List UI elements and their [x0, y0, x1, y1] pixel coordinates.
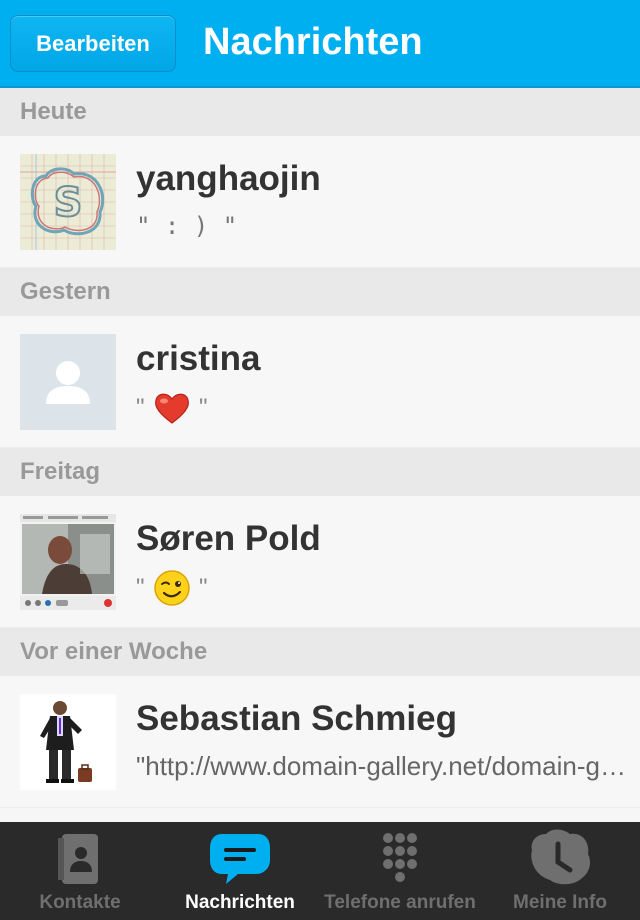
quote-close: " [199, 394, 208, 422]
contact-name: yanghaojin [136, 159, 321, 198]
conversation-row[interactable]: Søren Pold " " [0, 496, 640, 628]
skype-clock-icon [531, 829, 590, 885]
message-preview: " : ) " [136, 212, 238, 240]
conversation-row[interactable]: cristina " " [0, 316, 640, 448]
tab-label: Kontakte [39, 892, 121, 913]
conversation-row[interactable]: Sebastian Schmieg "http://www.domain-gal… [0, 676, 640, 808]
skype-logo-sketch-avatar: S [20, 154, 116, 250]
contact-name: Søren Pold [136, 519, 321, 558]
contact-name: cristina [136, 339, 261, 378]
quote-open: " [136, 574, 145, 602]
contact-name: Sebastian Schmieg [136, 699, 457, 738]
tab-telefone-anrufen[interactable]: Telefone anrufen [320, 822, 480, 920]
dialpad-icon [383, 833, 417, 882]
section-header-vor-einer-woche: Vor einer Woche [0, 628, 640, 676]
section-header-heute: Heute [0, 88, 640, 136]
message-preview: " " [136, 386, 636, 426]
conversation-row[interactable]: S yanghaojin " : ) " [0, 136, 640, 268]
section-header-gestern: Gestern [0, 268, 640, 316]
chat-bubble-icon [210, 834, 270, 884]
tab-label: Nachrichten [185, 892, 295, 913]
edit-button[interactable]: Bearbeiten [10, 15, 176, 72]
message-preview: "http://www.domain-gallery.net/domain-ga… [136, 751, 636, 781]
navigation-bar: Bearbeiten Nachrichten [0, 0, 640, 88]
section-header-freitag: Freitag [0, 448, 640, 496]
quote-open: " [136, 394, 145, 422]
contacts-book-icon [58, 834, 98, 884]
page-title: Nachrichten [203, 21, 423, 63]
video-screenshot-avatar [20, 514, 116, 610]
svg-text:S: S [54, 180, 83, 226]
man-with-suitcase-avatar [20, 694, 116, 790]
tab-kontakte[interactable]: Kontakte [0, 822, 160, 920]
quote-close: " [199, 574, 208, 602]
message-preview: " " [136, 566, 636, 606]
tab-nachrichten[interactable]: Nachrichten [160, 822, 320, 920]
tab-label: Telefone anrufen [324, 892, 476, 913]
tab-bar: Kontakte Nachrichten Telefone anrufen Me… [0, 822, 640, 920]
heart-emoticon [152, 388, 192, 426]
default-user-avatar [20, 334, 116, 430]
tab-label: Meine Info [513, 892, 607, 913]
wink-emoticon [152, 568, 192, 606]
tab-meine-info[interactable]: Meine Info [480, 822, 640, 920]
conversation-list[interactable]: Heute S yanghaojin ":) " Gestern crist… [0, 88, 640, 822]
